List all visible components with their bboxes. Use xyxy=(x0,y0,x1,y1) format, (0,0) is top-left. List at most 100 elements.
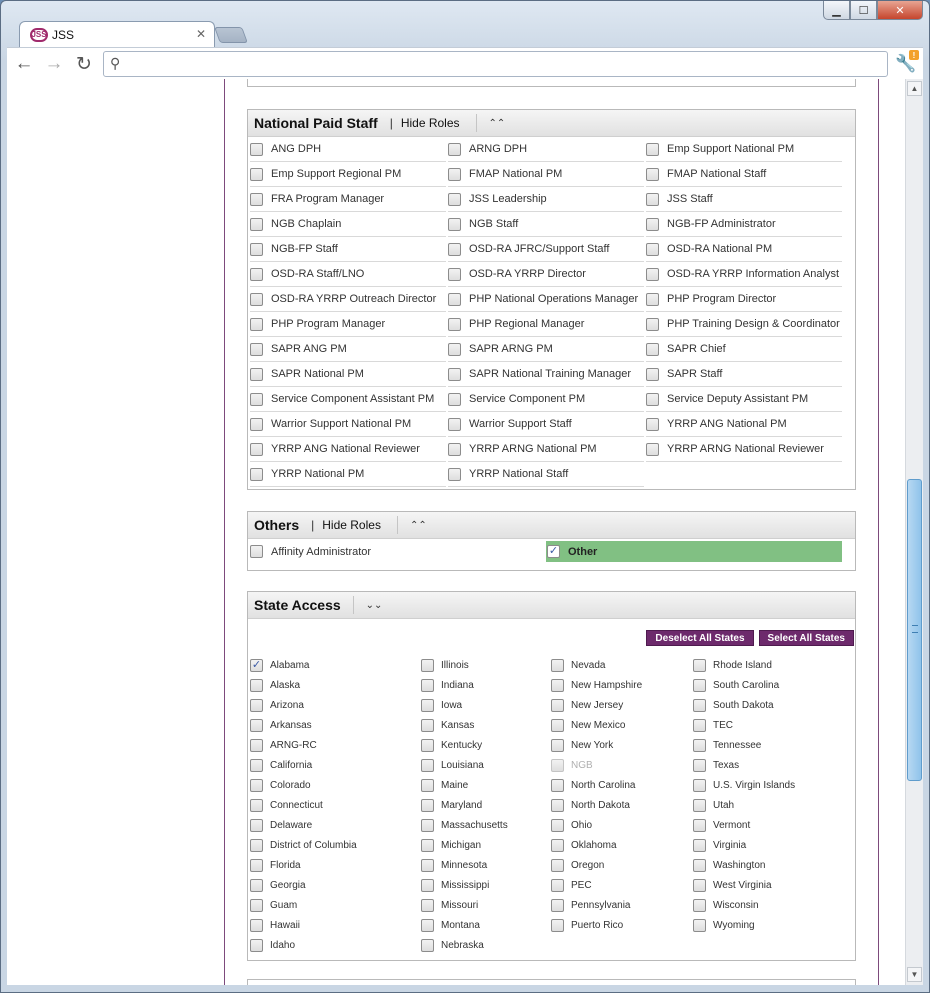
role-checkbox-item[interactable]: NGB-FP Staff xyxy=(250,237,446,262)
role-checkbox-item[interactable]: YRRP ANG National PM xyxy=(646,412,842,437)
checkbox-unchecked-icon[interactable] xyxy=(646,442,659,456)
role-checkbox-item[interactable]: PHP National Operations Manager xyxy=(448,287,644,312)
role-checkbox-item[interactable]: SAPR National PM xyxy=(250,362,446,387)
checkbox-unchecked-icon[interactable] xyxy=(646,342,659,356)
tab-jss[interactable]: JSS JSS ✕ xyxy=(19,21,215,47)
role-checkbox-item[interactable]: YRRP ARNG National Reviewer xyxy=(646,437,842,462)
state-checkbox-item[interactable]: Colorado xyxy=(250,775,311,795)
checkbox-unchecked-icon[interactable] xyxy=(250,798,263,812)
state-checkbox-item[interactable]: Virginia xyxy=(693,835,746,855)
hide-roles-link[interactable]: Hide Roles xyxy=(401,116,460,130)
state-checkbox-item[interactable]: Kentucky xyxy=(421,735,482,755)
state-checkbox-item[interactable]: South Dakota xyxy=(693,695,774,715)
checkbox-unchecked-icon[interactable] xyxy=(250,778,263,792)
checkbox-unchecked-icon[interactable] xyxy=(448,317,461,331)
state-checkbox-item[interactable]: Vermont xyxy=(693,815,750,835)
state-checkbox-item[interactable]: Louisiana xyxy=(421,755,484,775)
checkbox-unchecked-icon[interactable] xyxy=(646,192,659,206)
checkbox-unchecked-icon[interactable] xyxy=(646,392,659,406)
scroll-up-icon[interactable]: ▲ xyxy=(907,81,922,96)
checkbox-unchecked-icon[interactable] xyxy=(421,878,434,892)
role-checkbox-item[interactable]: Service Component Assistant PM xyxy=(250,387,446,412)
checkbox-unchecked-icon[interactable] xyxy=(250,838,263,852)
checkbox-checked-icon[interactable]: ✓ xyxy=(250,658,263,672)
state-checkbox-item[interactable]: New York xyxy=(551,735,613,755)
role-checkbox-item[interactable]: NGB Staff xyxy=(448,212,644,237)
state-checkbox-item[interactable]: Oregon xyxy=(551,855,604,875)
checkbox-unchecked-icon[interactable] xyxy=(693,798,706,812)
expand-down-icon[interactable]: ⌄⌄ xyxy=(352,596,382,614)
state-checkbox-item[interactable]: North Carolina xyxy=(551,775,635,795)
state-checkbox-item[interactable]: Hawaii xyxy=(250,915,300,935)
state-checkbox-item[interactable]: Kansas xyxy=(421,715,474,735)
checkbox-unchecked-icon[interactable] xyxy=(421,938,434,952)
checkbox-unchecked-icon[interactable] xyxy=(250,217,263,231)
wrench-menu-icon[interactable]: 🔧 ! xyxy=(895,50,919,75)
role-checkbox-item[interactable]: Service Deputy Assistant PM xyxy=(646,387,842,412)
checkbox-unchecked-icon[interactable] xyxy=(250,417,263,431)
checkbox-unchecked-icon[interactable] xyxy=(448,392,461,406)
state-checkbox-item[interactable]: Georgia xyxy=(250,875,306,895)
state-checkbox-item[interactable]: Iowa xyxy=(421,695,462,715)
state-checkbox-item[interactable]: Wyoming xyxy=(693,915,755,935)
hide-roles-link[interactable]: Hide Roles xyxy=(322,518,381,532)
state-checkbox-item[interactable]: Alaska xyxy=(250,675,300,695)
role-checkbox-item[interactable]: FMAP National Staff xyxy=(646,162,842,187)
scrollbar-thumb[interactable] xyxy=(907,479,922,781)
checkbox-unchecked-icon[interactable] xyxy=(448,342,461,356)
state-checkbox-item[interactable]: Puerto Rico xyxy=(551,915,623,935)
role-checkbox-item[interactable]: ANG DPH xyxy=(250,137,446,162)
maximize-button[interactable]: ☐ xyxy=(850,1,877,20)
state-checkbox-item[interactable]: Illinois xyxy=(421,655,469,675)
state-checkbox-item[interactable]: Idaho xyxy=(250,935,295,955)
checkbox-unchecked-icon[interactable] xyxy=(551,838,564,852)
address-input[interactable] xyxy=(132,55,872,73)
collapse-up-icon[interactable]: ⌃⌃ xyxy=(396,516,427,534)
checkbox-unchecked-icon[interactable] xyxy=(551,658,564,672)
checkbox-unchecked-icon[interactable] xyxy=(421,738,434,752)
role-checkbox-item[interactable]: OSD-RA YRRP Information Analyst xyxy=(646,262,842,287)
vertical-scrollbar[interactable]: ▲ ▼ xyxy=(905,79,923,985)
role-checkbox-item[interactable]: PHP Program Manager xyxy=(250,312,446,337)
state-checkbox-item[interactable]: New Mexico xyxy=(551,715,625,735)
checkbox-unchecked-icon[interactable] xyxy=(250,918,263,932)
minimize-button[interactable]: ▁ xyxy=(823,1,850,20)
checkbox-unchecked-icon[interactable] xyxy=(551,678,564,692)
new-tab-button[interactable] xyxy=(214,27,248,43)
checkbox-unchecked-icon[interactable] xyxy=(250,818,263,832)
checkbox-unchecked-icon[interactable] xyxy=(448,292,461,306)
checkbox-unchecked-icon[interactable] xyxy=(551,778,564,792)
checkbox-unchecked-icon[interactable] xyxy=(693,838,706,852)
checkbox-unchecked-icon[interactable] xyxy=(693,758,706,772)
checkbox-unchecked-icon[interactable] xyxy=(421,758,434,772)
role-checkbox-item[interactable]: SAPR Chief xyxy=(646,337,842,362)
checkbox-unchecked-icon[interactable] xyxy=(646,242,659,256)
checkbox-unchecked-icon[interactable] xyxy=(421,818,434,832)
checkbox-unchecked-icon[interactable] xyxy=(551,798,564,812)
role-checkbox-item[interactable]: Emp Support National PM xyxy=(646,137,842,162)
state-checkbox-item[interactable]: Wisconsin xyxy=(693,895,759,915)
state-checkbox-item[interactable]: Oklahoma xyxy=(551,835,617,855)
checkbox-unchecked-icon[interactable] xyxy=(250,267,263,281)
role-checkbox-item[interactable]: PHP Program Director xyxy=(646,287,842,312)
role-checkbox-item[interactable]: PHP Training Design & Coordinator xyxy=(646,312,842,337)
role-checkbox-item[interactable]: SAPR National Training Manager xyxy=(448,362,644,387)
state-checkbox-item[interactable]: Maryland xyxy=(421,795,482,815)
checkbox-unchecked-icon[interactable] xyxy=(250,758,263,772)
state-checkbox-item[interactable]: West Virginia xyxy=(693,875,772,895)
checkbox-checked-icon[interactable]: ✓ xyxy=(547,545,560,558)
state-checkbox-item[interactable]: District of Columbia xyxy=(250,835,357,855)
checkbox-unchecked-icon[interactable] xyxy=(551,818,564,832)
checkbox-unchecked-icon[interactable] xyxy=(250,467,263,481)
state-checkbox-item[interactable]: Maine xyxy=(421,775,468,795)
checkbox-unchecked-icon[interactable] xyxy=(250,442,263,456)
role-checkbox-item[interactable]: YRRP ANG National Reviewer xyxy=(250,437,446,462)
role-checkbox-item[interactable]: SAPR ANG PM xyxy=(250,337,446,362)
state-checkbox-item[interactable]: South Carolina xyxy=(693,675,779,695)
state-checkbox-item[interactable]: Indiana xyxy=(421,675,474,695)
checkbox-unchecked-icon[interactable] xyxy=(693,858,706,872)
role-checkbox-item[interactable]: ARNG DPH xyxy=(448,137,644,162)
checkbox-unchecked-icon[interactable] xyxy=(551,898,564,912)
checkbox-unchecked-icon[interactable] xyxy=(693,898,706,912)
checkbox-unchecked-icon[interactable] xyxy=(448,192,461,206)
